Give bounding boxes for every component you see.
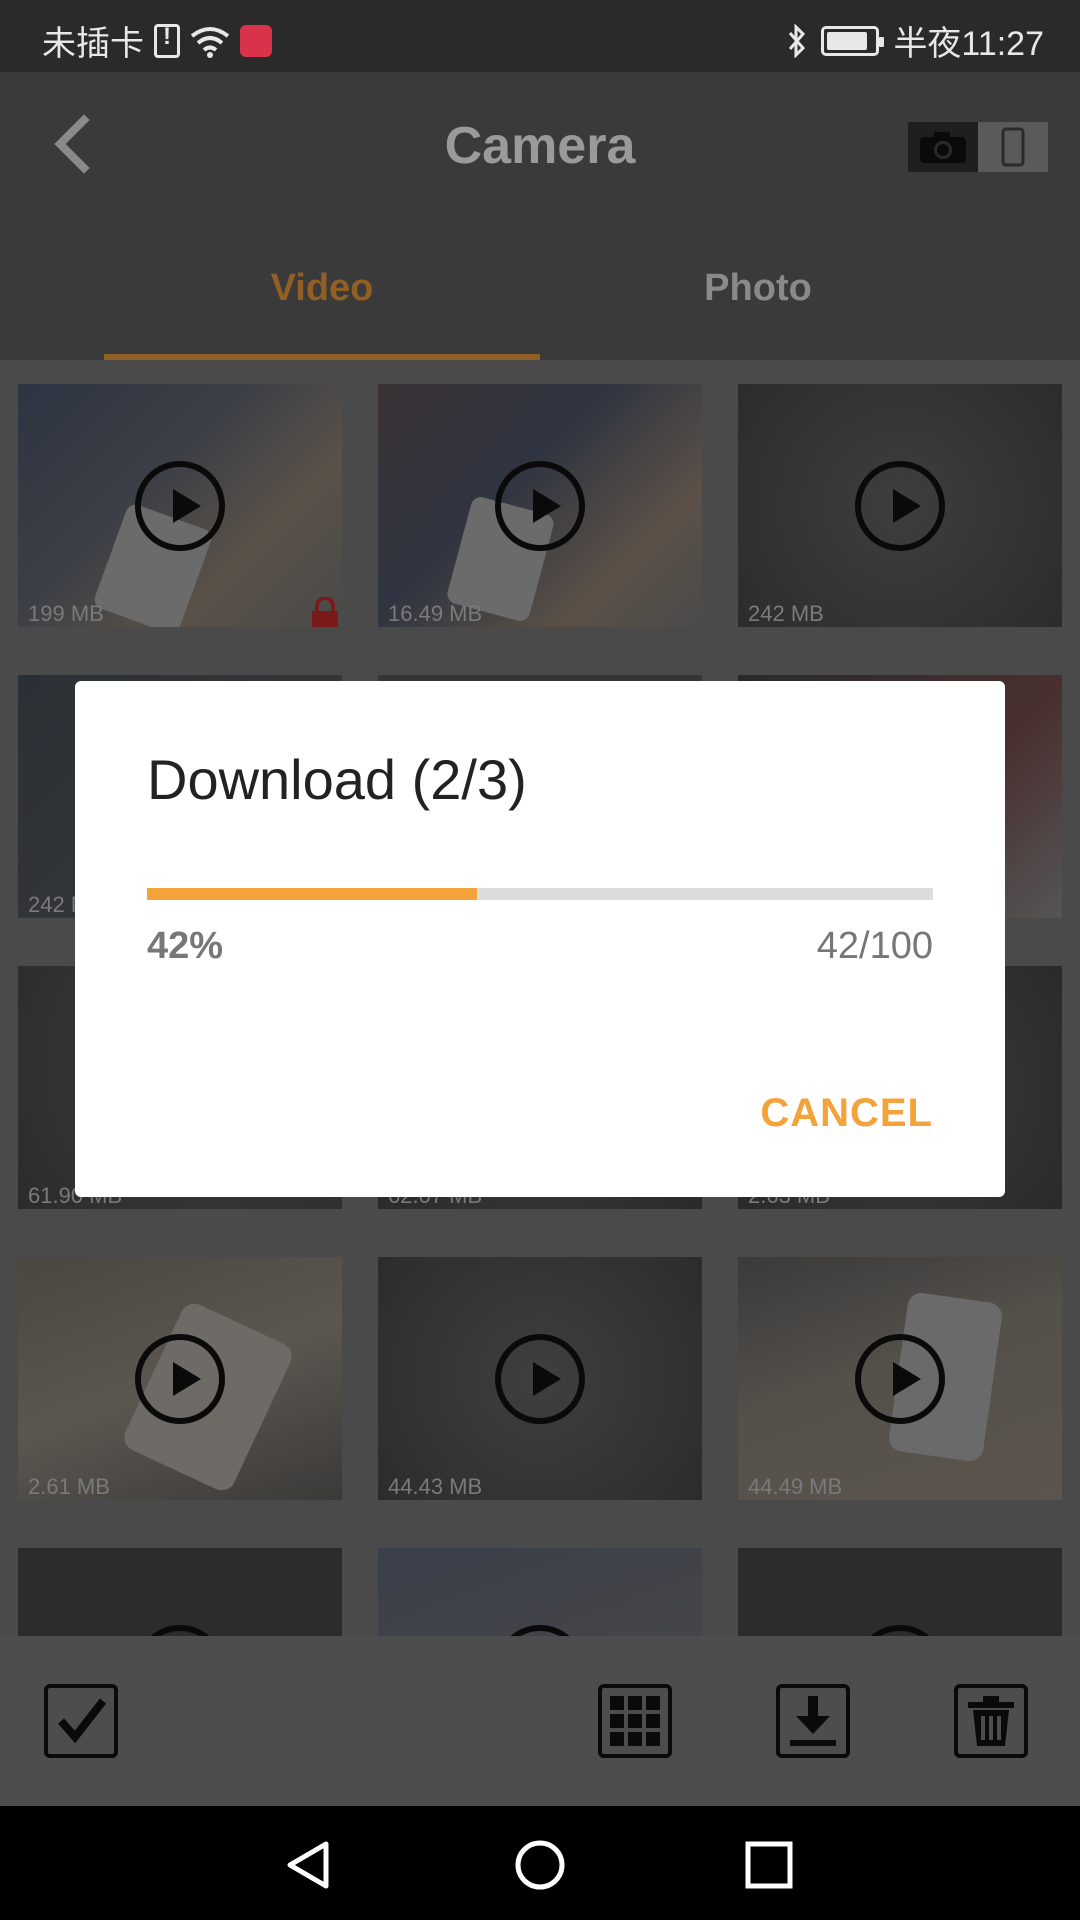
video-thumbnail[interactable]: 16.49 MB: [378, 384, 702, 627]
video-thumbnail[interactable]: 2.61 MB: [18, 1257, 342, 1500]
video-thumbnail[interactable]: [738, 1548, 1062, 1636]
select-all-button[interactable]: [44, 1684, 118, 1758]
trash-icon: [968, 1696, 1014, 1746]
phone-mode-button[interactable]: [978, 122, 1048, 172]
huawei-app-icon: [240, 24, 272, 57]
grid-view-icon: [610, 1696, 660, 1746]
grid-view-button[interactable]: [598, 1684, 672, 1758]
system-navbar: [0, 1806, 1080, 1920]
video-thumbnail[interactable]: [18, 1548, 342, 1636]
tab-photo[interactable]: Photo: [540, 216, 976, 360]
wifi-icon: [190, 26, 230, 58]
file-size: 16.49 MB: [388, 601, 483, 626]
media-tabs: Video Photo: [0, 216, 1080, 360]
app-header: Camera: [0, 72, 1080, 216]
status-bar: 未插卡 半夜11:27: [0, 0, 1080, 72]
video-thumbnail[interactable]: 44.49 MB: [738, 1257, 1062, 1500]
bluetooth-icon: [789, 23, 806, 58]
play-icon: [495, 1333, 585, 1424]
play-icon: [855, 1333, 945, 1424]
video-thumbnail[interactable]: [378, 1548, 702, 1636]
play-icon: [495, 460, 585, 551]
camera-mode-button[interactable]: [908, 122, 978, 172]
file-size: 242 MB: [748, 601, 824, 626]
progress-fill: [147, 888, 478, 900]
home-circle-icon[interactable]: [513, 1838, 567, 1892]
file-size: 44.49 MB: [748, 1474, 843, 1499]
progress-percent: 42%: [147, 925, 224, 967]
video-thumbnail[interactable]: 44.43 MB: [378, 1257, 702, 1500]
progress-track: [147, 888, 933, 900]
download-progress-dialog: Download (2/3) 42% 42/100 CANCEL: [75, 681, 1005, 1197]
progress-count: 42/100: [816, 925, 933, 967]
delete-button[interactable]: [954, 1684, 1028, 1758]
download-icon: [790, 1696, 836, 1746]
file-size: 44.43 MB: [388, 1474, 483, 1499]
play-icon: [135, 1624, 225, 1636]
cancel-button[interactable]: CANCEL: [760, 1091, 933, 1136]
tab-video[interactable]: Video: [104, 216, 540, 360]
video-thumbnail[interactable]: 242 MB: [738, 384, 1062, 627]
play-icon: [135, 1333, 225, 1424]
recents-square-icon[interactable]: [742, 1838, 796, 1892]
dialog-title: Download (2/3): [147, 748, 527, 811]
video-thumbnail[interactable]: 199 MB: [18, 384, 342, 627]
play-icon: [855, 1624, 945, 1636]
phone-icon: [1001, 127, 1025, 167]
play-icon: [135, 460, 225, 551]
battery-icon: [821, 25, 885, 56]
bottom-toolbar: [0, 1636, 1080, 1806]
file-size: 2.61 MB: [28, 1474, 110, 1499]
play-icon: [855, 460, 945, 551]
checkbox-icon: [57, 1698, 107, 1744]
sim-alert-icon: [154, 23, 180, 58]
download-button[interactable]: [776, 1684, 850, 1758]
camera-icon: [920, 132, 966, 163]
back-triangle-icon[interactable]: [282, 1838, 336, 1892]
lock-icon: [312, 597, 338, 627]
carrier-label: 未插卡: [42, 25, 144, 63]
file-size: 199 MB: [28, 601, 104, 626]
camera-phone-toggle[interactable]: [908, 122, 1048, 172]
clock: 半夜11:27: [893, 25, 1044, 63]
play-icon: [495, 1624, 585, 1636]
